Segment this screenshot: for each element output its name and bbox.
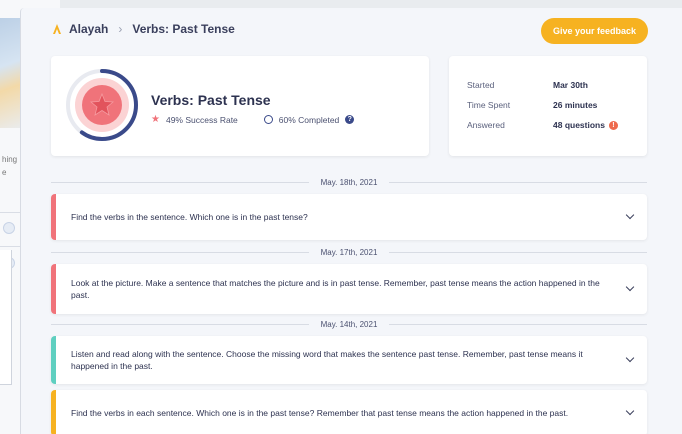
question-text: Find the verbs in the sentence. Which on… [71, 211, 308, 222]
completed-rate: 60% Completed [278, 114, 340, 125]
background-text-fragment: e [2, 168, 7, 177]
date-separator: May. 18th, 2021 [51, 176, 647, 188]
question-text: Look at the picture. Make a sentence tha… [71, 277, 600, 301]
question-card[interactable]: Find the verbs in the sentence. Which on… [51, 194, 647, 240]
background-text-fragment: hing [2, 155, 18, 164]
stat-label: Started [467, 80, 495, 90]
stat-started: Started Mar 30th [467, 80, 629, 90]
date-label: May. 18th, 2021 [320, 177, 378, 187]
summary-meta: ★ 49% Success Rate 60% Completed ? [151, 114, 355, 125]
date-separator: May. 14th, 2021 [51, 318, 647, 330]
stat-value: 48 questions ! [553, 120, 618, 130]
breadcrumb-current: Verbs: Past Tense [132, 22, 235, 36]
summary-title: Verbs: Past Tense [151, 92, 271, 108]
progress-panel: Alayah › Verbs: Past Tense Give your fee… [20, 8, 682, 434]
status-stripe [51, 336, 56, 384]
stat-value: Mar 30th [553, 80, 588, 90]
star-icon: ★ [151, 114, 160, 125]
breadcrumb: Alayah › Verbs: Past Tense [51, 22, 235, 36]
status-stripe [51, 264, 56, 314]
completion-ring-icon [263, 115, 273, 124]
question-text: Find the verbs in each sentence. Which o… [71, 407, 569, 418]
question-card[interactable]: Find the verbs in each sentence. Which o… [51, 390, 647, 434]
summary-card: Verbs: Past Tense ★ 49% Success Rate 60%… [51, 56, 429, 156]
status-stripe [51, 390, 56, 434]
alert-icon[interactable]: ! [608, 120, 618, 130]
answered-count: 48 questions [553, 120, 605, 130]
progress-ring-graphic [66, 69, 138, 141]
chevron-right-icon: › [118, 22, 123, 36]
progress-ring [63, 66, 141, 144]
help-icon[interactable]: ? [345, 115, 355, 124]
question-card[interactable]: Listen and read along with the sentence.… [51, 336, 647, 384]
success-rate: 49% Success Rate [165, 114, 238, 125]
stat-time-spent: Time Spent 26 minutes [467, 100, 629, 110]
breadcrumb-user[interactable]: Alayah [69, 22, 108, 36]
background-card [0, 250, 12, 385]
stat-answered: Answered 48 questions ! [467, 120, 629, 130]
question-text: Listen and read along with the sentence.… [71, 348, 583, 372]
question-card[interactable]: Look at the picture. Make a sentence tha… [51, 264, 647, 314]
eye-icon[interactable] [3, 222, 15, 234]
stat-label: Answered [467, 120, 505, 130]
stats-card: Started Mar 30th Time Spent 26 minutes A… [449, 56, 647, 156]
stat-label: Time Spent [467, 100, 511, 110]
feedback-button[interactable]: Give your feedback [540, 18, 648, 44]
date-separator: May. 17th, 2021 [51, 246, 647, 258]
brand-logo-icon [53, 24, 61, 34]
date-label: May. 14th, 2021 [320, 319, 378, 329]
status-stripe [51, 194, 56, 240]
date-label: May. 17th, 2021 [320, 247, 378, 257]
stat-value: 26 minutes [553, 100, 598, 110]
